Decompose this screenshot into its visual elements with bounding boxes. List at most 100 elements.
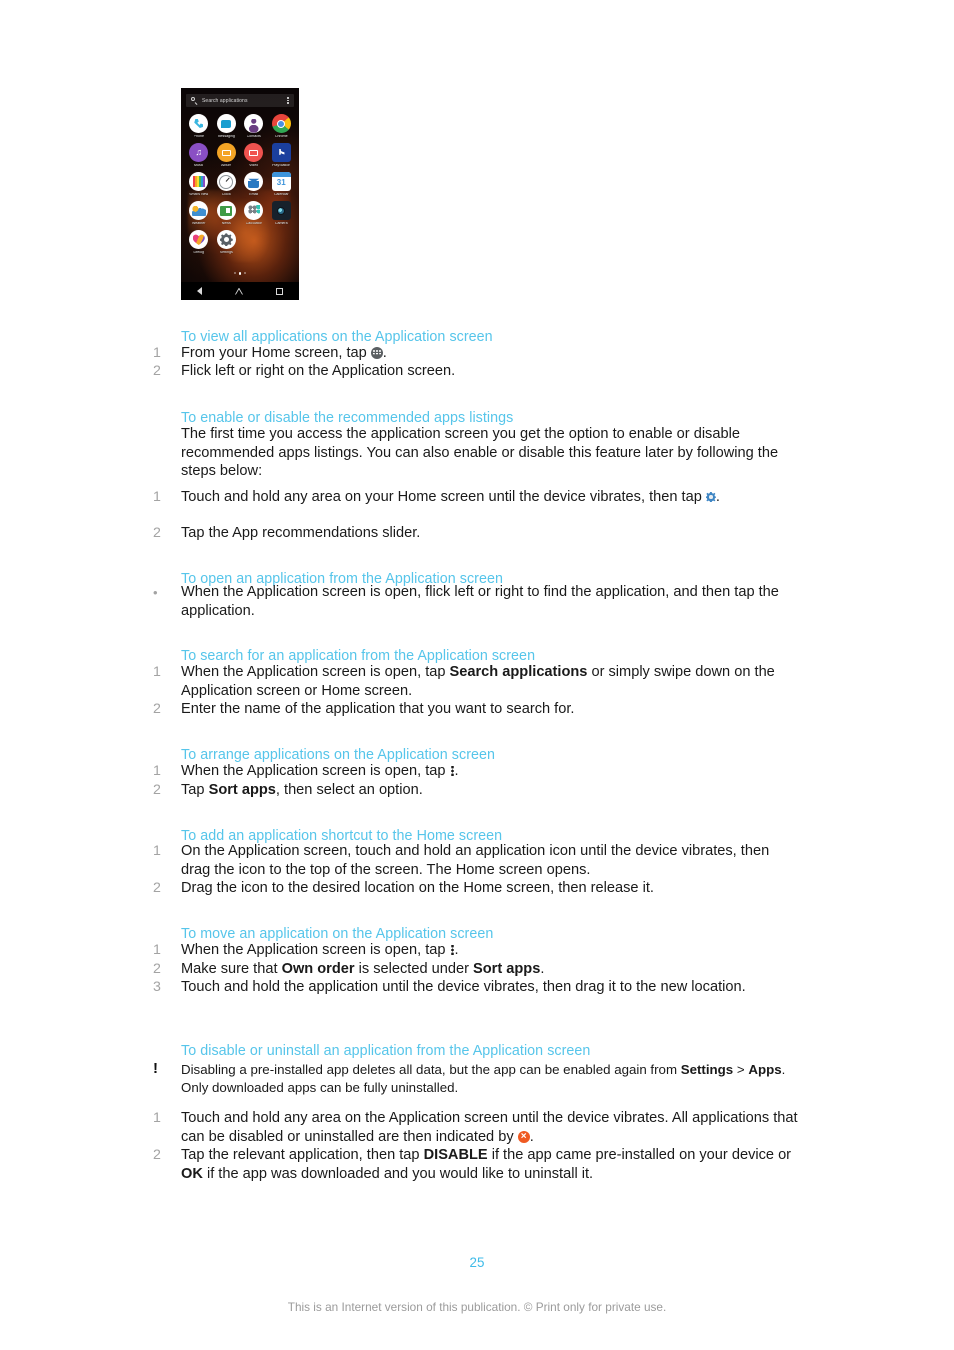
app-item[interactable]: 31 Calendar bbox=[268, 172, 296, 196]
app-item[interactable]: Video bbox=[240, 143, 268, 167]
app-item[interactable]: Clock bbox=[213, 172, 241, 196]
list-marker: • bbox=[153, 585, 158, 600]
phone-icon bbox=[189, 114, 209, 133]
app-label: Email bbox=[249, 192, 259, 196]
app-label: Music bbox=[194, 163, 204, 167]
app-label: Clock bbox=[221, 192, 231, 196]
note-text: Disabling a pre-installed app deletes al… bbox=[181, 1061, 798, 1096]
list-text: Touch and hold any area on your Home scr… bbox=[181, 488, 798, 507]
app-label: Camera bbox=[274, 221, 288, 225]
text-run: Tap bbox=[181, 782, 209, 798]
list-item: 1 Touch and hold any area on the Applica… bbox=[153, 1109, 798, 1146]
list-text: Tap the relevant application, then tap D… bbox=[181, 1146, 798, 1183]
app-grid: Phone Messaging Contacts Chrome Music Al… bbox=[185, 114, 295, 254]
app-label: Weather bbox=[191, 221, 206, 225]
list-item: 2 Enter the name of the application that… bbox=[153, 700, 798, 719]
emphasis-sort-apps: Sort apps bbox=[208, 782, 276, 798]
app-item[interactable]: Phone bbox=[185, 114, 213, 138]
list-item: 2 Drag the icon to the desired location … bbox=[153, 879, 798, 898]
section-heading-recommended-apps: To enable or disable the recommended app… bbox=[181, 409, 514, 426]
list-text: When the Application screen is open, tap… bbox=[181, 663, 798, 700]
section-heading-search-application: To search for an application from the Ap… bbox=[181, 647, 536, 664]
list-item: 2 Flick left or right on the Application… bbox=[153, 362, 798, 381]
list-text: Flick left or right on the Application s… bbox=[181, 363, 456, 379]
app-item[interactable]: Music bbox=[185, 143, 213, 167]
list-item: 3 Touch and hold the application until t… bbox=[153, 978, 798, 997]
weather-icon bbox=[189, 201, 209, 221]
list-item: 2 Make sure that Own order is selected u… bbox=[153, 960, 798, 979]
list-marker: 3 bbox=[153, 979, 161, 995]
list-marker: 2 bbox=[153, 701, 161, 717]
app-item[interactable]: Chrome bbox=[268, 114, 296, 138]
list-marker: 1 bbox=[153, 942, 161, 958]
footer-note: This is an Internet version of this publ… bbox=[287, 1300, 667, 1314]
app-item[interactable]: What's New bbox=[185, 172, 213, 196]
text-run: . bbox=[540, 961, 545, 977]
document-page: Search applications Phone Messaging Cont… bbox=[0, 0, 954, 1350]
app-item[interactable]: Calculator bbox=[240, 201, 268, 225]
text-run: > bbox=[733, 1062, 749, 1077]
text-run: When the Application screen is open, tap bbox=[181, 942, 450, 958]
section-heading-move-application: To move an application on the Applicatio… bbox=[181, 925, 494, 942]
list-item: 1 When the Application screen is open, t… bbox=[153, 762, 798, 781]
text-run: if the app was downloaded and you would … bbox=[202, 1165, 594, 1182]
app-item[interactable]: Messaging bbox=[213, 114, 241, 138]
settings-dot-icon bbox=[706, 492, 716, 502]
page-indicator bbox=[181, 272, 299, 275]
page-number: 25 bbox=[469, 1255, 485, 1270]
page-dot bbox=[233, 272, 236, 274]
list-text: When the Application screen is open, tap… bbox=[181, 941, 798, 960]
search-bar[interactable]: Search applications bbox=[186, 94, 294, 107]
back-icon[interactable] bbox=[197, 287, 203, 295]
text-run: , then select an option. bbox=[275, 782, 423, 798]
app-label: Calculator bbox=[245, 221, 262, 225]
emphasis-ok: OK bbox=[181, 1165, 203, 1182]
list-marker: 2 bbox=[153, 782, 161, 798]
list-text: Touch and hold any area on the Applicati… bbox=[181, 1109, 798, 1146]
contacts-icon bbox=[244, 114, 264, 133]
app-item[interactable]: Album bbox=[213, 143, 241, 167]
text-run: From your Home screen, tap bbox=[181, 345, 371, 361]
app-item[interactable]: PlayStation bbox=[268, 143, 296, 167]
list-marker: 2 bbox=[153, 1147, 161, 1163]
calendar-day: 31 bbox=[276, 178, 286, 188]
video-icon bbox=[244, 143, 264, 163]
app-item[interactable]: Contacts bbox=[240, 114, 268, 138]
home-icon[interactable] bbox=[234, 287, 243, 295]
list-marker: 2 bbox=[153, 880, 161, 896]
text-run: . bbox=[715, 489, 720, 505]
search-placeholder: Search applications bbox=[202, 97, 248, 104]
list-item: 2 Tap Sort apps, then select an option. bbox=[153, 781, 798, 800]
list-text: Tap Sort apps, then select an option. bbox=[181, 781, 798, 800]
app-item[interactable]: News bbox=[213, 201, 241, 225]
app-item[interactable]: Weather bbox=[185, 201, 213, 225]
app-item[interactable]: Lifelog bbox=[185, 230, 213, 254]
messaging-icon bbox=[216, 114, 236, 133]
app-item[interactable]: Settings bbox=[213, 230, 241, 254]
calendar-icon: 31 bbox=[271, 172, 291, 192]
text-run: Tap the relevant application, then tap bbox=[181, 1147, 424, 1163]
text-run: When the Application screen is open, tap bbox=[181, 763, 450, 779]
lifelog-icon bbox=[189, 230, 209, 250]
list-text: Make sure that Own order is selected und… bbox=[181, 960, 798, 979]
app-label: Album bbox=[221, 163, 232, 167]
playstation-icon bbox=[271, 143, 291, 163]
app-item[interactable]: Camera bbox=[268, 201, 296, 225]
list-item: 1 On the Application screen, touch and h… bbox=[153, 842, 798, 879]
disable-badge-icon bbox=[517, 1130, 530, 1143]
list-text: When the Application screen is open, tap… bbox=[181, 762, 798, 781]
text-run: . bbox=[454, 942, 459, 958]
more-vertical-icon[interactable] bbox=[287, 97, 289, 104]
list-item: 2 Tap the App recommendations slider. bbox=[153, 524, 798, 543]
text-run: Disabling a pre-installed app deletes al… bbox=[181, 1062, 681, 1077]
list-text: Touch and hold the application until the… bbox=[181, 979, 746, 995]
list-text: Drag the icon to the desired location on… bbox=[181, 880, 654, 896]
app-item[interactable]: Email bbox=[240, 172, 268, 196]
list-item: 1 Touch and hold any area on your Home s… bbox=[153, 488, 798, 507]
text-run: if the app came pre-installed on your de… bbox=[487, 1147, 792, 1163]
settings-icon bbox=[216, 230, 236, 250]
recents-icon[interactable] bbox=[275, 287, 283, 295]
calculator-icon bbox=[244, 201, 264, 221]
list-marker: 1 bbox=[153, 843, 161, 859]
list-item: • When the Application screen is open, f… bbox=[153, 583, 798, 620]
